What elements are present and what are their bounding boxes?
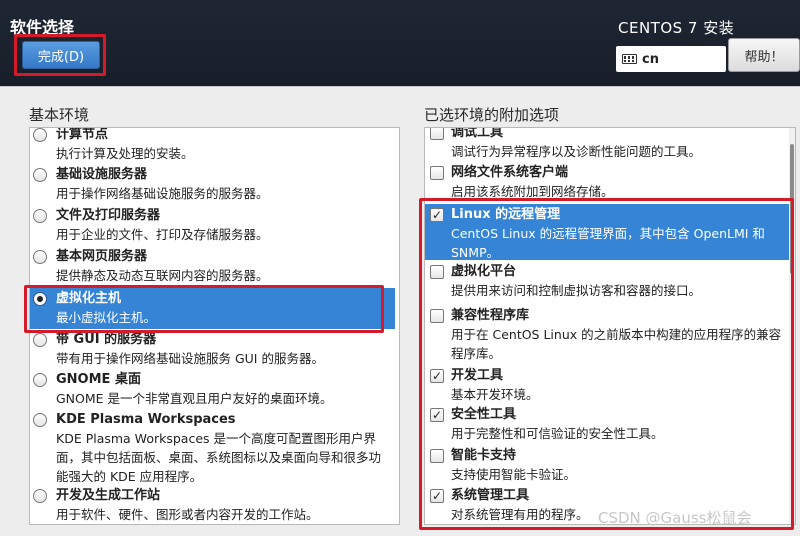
env-desc: 用于操作网络基础设施服务的服务器。 [56,186,269,201]
env-title: 开发及生成工作站 [56,488,161,503]
addon-nfs-client[interactable]: 网络文件系统客户端 启用该系统附加到网络存储。 [425,164,789,201]
watermark: CSDN @Gauss松鼠会 [598,509,752,527]
env-title: 基础设施服务器 [56,167,148,182]
env-desc-line: KDE Plasma Workspaces 是一个高度可配置图形用户界 [56,431,376,446]
env-desc: 用于企业的文件、打印及存储服务器。 [56,227,269,242]
env-title: KDE Plasma Workspaces [56,412,236,427]
env-title: 计算节点 [56,127,109,142]
header-bar: 软件选择 完成(D) CENTOS 7 安装 cn 帮助！ [0,0,800,86]
env-desc: 提供静态及动态互联网内容的服务器。 [56,268,269,283]
radio-button[interactable] [33,250,47,264]
addon-title: 网络文件系统客户端 [451,165,569,180]
env-basic-web-server[interactable]: 基本网页服务器 提供静态及动态互联网内容的服务器。 [30,248,395,285]
install-title: CENTOS 7 安装 [618,19,735,37]
env-server-with-gui[interactable]: 带 GUI 的服务器 带有用于操作网络基础设施服务 GUI 的服务器。 [30,331,395,368]
addon-debug-tools[interactable]: 调试工具 调试行为异常程序以及诊断性能问题的工具。 [425,127,789,161]
addons-label: 已选环境的附加选项 [424,106,560,124]
env-title: 带 GUI 的服务器 [56,332,157,347]
radio-button[interactable] [33,373,47,387]
header-divider [0,86,800,87]
addons-highlight-box [419,198,794,530]
env-desc-line: 面，其中包括面板、桌面、系统图标以及桌面向导和很多功 [56,450,382,465]
base-env-label: 基本环境 [29,106,90,124]
help-button[interactable]: 帮助！ [728,38,800,72]
env-title: 文件及打印服务器 [56,208,161,223]
addon-title: 调试工具 [451,127,504,140]
env-title: 基本网页服务器 [56,249,148,264]
checkbox[interactable] [430,166,444,180]
radio-button[interactable] [33,489,47,503]
keyboard-icon [622,54,637,64]
radio-button[interactable] [33,209,47,223]
env-file-print-server[interactable]: 文件及打印服务器 用于企业的文件、打印及存储服务器。 [30,207,395,244]
env-dev-workstation[interactable]: 开发及生成工作站 用于软件、硬件、图形或者内容开发的工作站。 [30,487,395,524]
env-desc: 用于软件、硬件、图形或者内容开发的工作站。 [56,507,319,522]
env-title: GNOME 桌面 [56,372,141,387]
keyboard-layout-label: cn [642,51,659,67]
env-kde-plasma[interactable]: KDE Plasma Workspaces KDE Plasma Workspa… [30,411,395,486]
env-desc: 带有用于操作网络基础设施服务 GUI 的服务器。 [56,351,324,366]
env-desc: 执行计算及处理的安装。 [56,146,194,161]
env-infrastructure-server[interactable]: 基础设施服务器 用于操作网络基础设施服务的服务器。 [30,166,395,203]
radio-button[interactable] [33,128,47,142]
env-desc-line: 能强大的 KDE 应用程序。 [56,469,203,484]
radio-button[interactable] [33,413,47,427]
done-highlight-box [14,34,106,76]
virtualization-highlight-box [24,285,384,333]
radio-button[interactable] [33,333,47,347]
env-compute-node[interactable]: 计算节点 执行计算及处理的安装。 [30,127,395,163]
env-desc: GNOME 是一个非常直观且用户友好的桌面环境。 [56,391,333,406]
env-gnome-desktop[interactable]: GNOME 桌面 GNOME 是一个非常直观且用户友好的桌面环境。 [30,371,395,408]
addon-desc: 调试行为异常程序以及诊断性能问题的工具。 [451,144,702,159]
checkbox[interactable] [430,128,444,140]
radio-button[interactable] [33,168,47,182]
keyboard-layout-indicator[interactable]: cn [616,46,726,72]
